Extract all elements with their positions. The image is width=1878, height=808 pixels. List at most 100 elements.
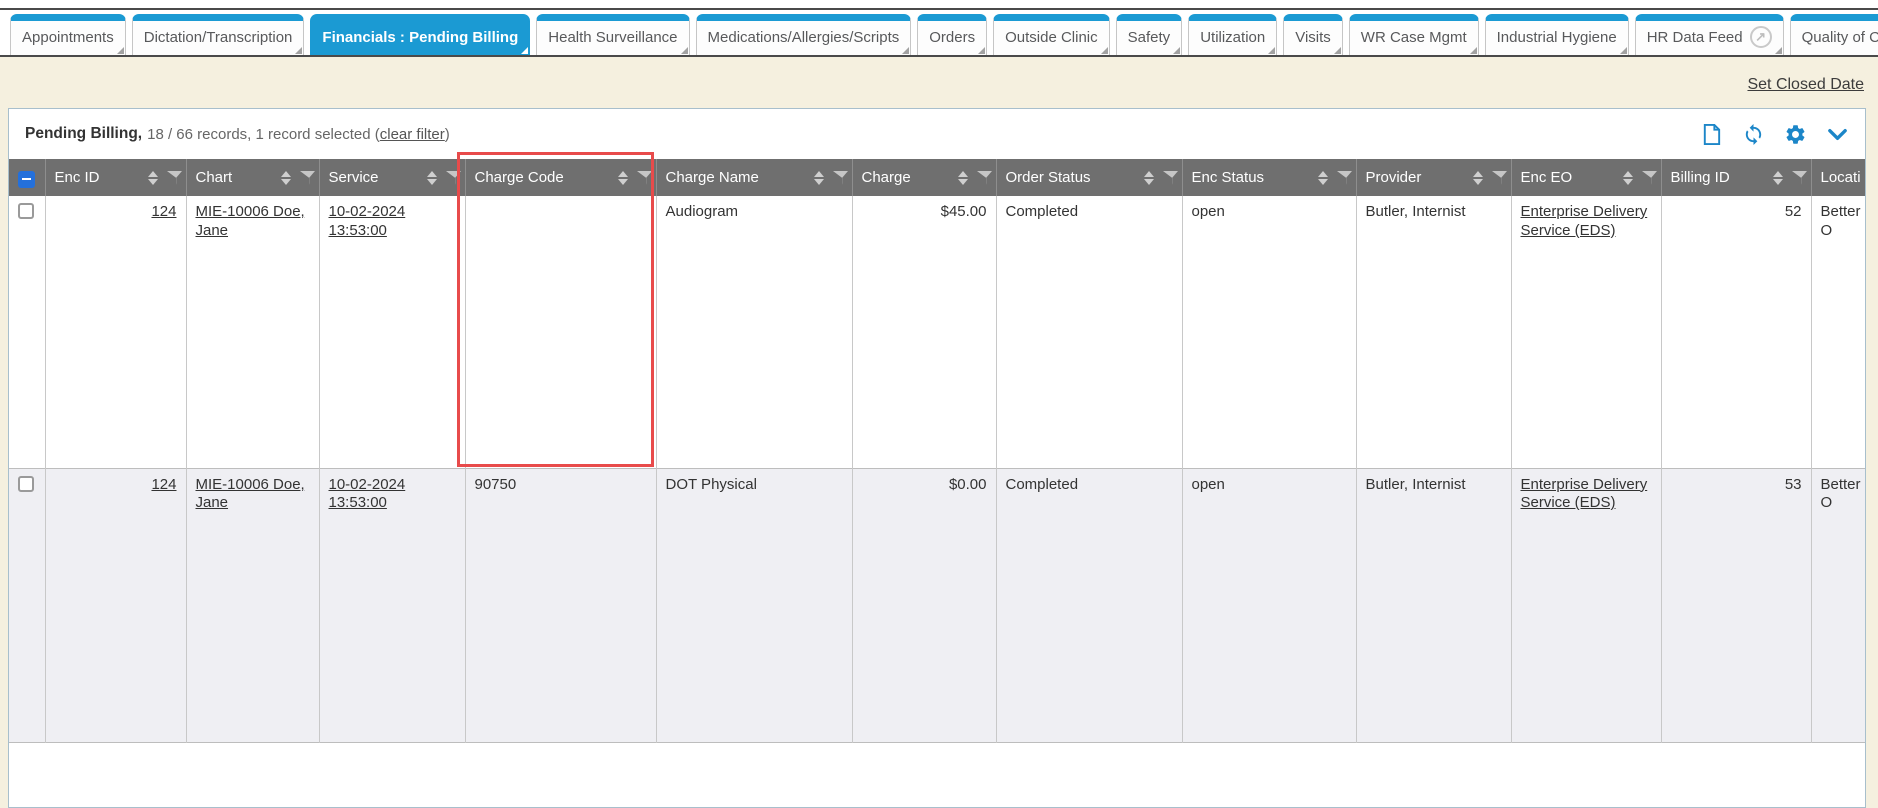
tab-label: HR Data Feed: [1647, 29, 1743, 46]
clear-filter-link[interactable]: clear filter: [380, 126, 445, 143]
filter-funnel-icon[interactable]: [300, 171, 315, 185]
cell-charge-name: Audiogram: [656, 196, 852, 468]
page-background-band: [0, 57, 1878, 108]
cell-charge: $0.00: [852, 468, 996, 742]
filter-funnel-icon[interactable]: [977, 171, 992, 185]
collapse-chevron-icon[interactable]: [1826, 123, 1849, 146]
table-row: 124 MIE-10006 Doe, Jane 10-02-2024 13:53…: [9, 196, 1865, 468]
cell-billing-id: 52: [1661, 196, 1811, 468]
settings-gear-icon[interactable]: [1784, 123, 1807, 146]
sort-icon[interactable]: [1318, 171, 1328, 185]
column-label: Charge Code: [475, 169, 614, 186]
sort-icon[interactable]: [148, 171, 158, 185]
filter-funnel-icon[interactable]: [167, 171, 182, 185]
column-label: Provider: [1366, 169, 1469, 186]
sort-icon[interactable]: [814, 171, 824, 185]
sort-icon[interactable]: [281, 171, 291, 185]
tab-label: Safety: [1128, 29, 1171, 46]
tab-hr-data-feed[interactable]: HR Data Feed ↗: [1635, 14, 1784, 55]
filter-funnel-icon[interactable]: [1792, 171, 1807, 185]
filter-funnel-icon[interactable]: [1337, 171, 1352, 185]
empty-row-area: [9, 742, 1865, 802]
service-date-link[interactable]: 10-02-2024 13:53:00: [329, 476, 406, 512]
tab-label: Financials : Pending Billing: [322, 29, 518, 46]
tab-health-surveillance[interactable]: Health Surveillance: [536, 14, 689, 55]
cell-location: Better O: [1811, 196, 1865, 468]
records-summary: 18 / 66 records, 1 record selected (: [147, 126, 380, 143]
column-label: Order Status: [1006, 169, 1140, 186]
enc-eo-link[interactable]: Enterprise Delivery Service (EDS): [1521, 203, 1648, 239]
cell-billing-id: 53: [1661, 468, 1811, 742]
cell-charge: $45.00: [852, 196, 996, 468]
tab-wr-case-mgmt[interactable]: WR Case Mgmt: [1349, 14, 1479, 55]
sort-icon[interactable]: [1473, 171, 1483, 185]
cell-service: 10-02-2024 13:53:00: [319, 468, 465, 742]
filter-funnel-icon[interactable]: [833, 171, 848, 185]
sort-icon[interactable]: [618, 171, 628, 185]
sort-icon[interactable]: [1144, 171, 1154, 185]
tab-label: Outside Clinic: [1005, 29, 1098, 46]
column-header-charge[interactable]: Charge: [852, 159, 996, 196]
column-header-provider[interactable]: Provider: [1356, 159, 1511, 196]
tab-dictation-transcription[interactable]: Dictation/Transcription: [132, 14, 305, 55]
sort-icon[interactable]: [1773, 171, 1783, 185]
sort-icon[interactable]: [427, 171, 437, 185]
column-header-order-status[interactable]: Order Status: [996, 159, 1182, 196]
tab-appointments[interactable]: Appointments: [10, 14, 126, 55]
service-date-link[interactable]: 10-02-2024 13:53:00: [329, 203, 406, 239]
tab-label: Visits: [1295, 29, 1331, 46]
cell-enc-status: open: [1182, 196, 1356, 468]
tab-label: Medications/Allergies/Scripts: [708, 29, 900, 46]
tab-outside-clinic[interactable]: Outside Clinic: [993, 14, 1110, 55]
sort-icon[interactable]: [958, 171, 968, 185]
row-checkbox[interactable]: [18, 203, 34, 219]
tab-medications-allergies-scripts[interactable]: Medications/Allergies/Scripts: [696, 14, 912, 55]
sort-icon[interactable]: [1623, 171, 1633, 185]
row-checkbox[interactable]: [18, 476, 34, 492]
column-header-charge-name[interactable]: Charge Name: [656, 159, 852, 196]
column-label: Charge Name: [666, 169, 810, 186]
tab-quality-of-care[interactable]: Quality of Care: [1790, 14, 1878, 55]
filter-funnel-icon[interactable]: [637, 171, 652, 185]
tab-utilization[interactable]: Utilization: [1188, 14, 1277, 55]
cell-charge-code: [465, 196, 656, 468]
cell-enc-id: 124: [45, 196, 186, 468]
column-header-service[interactable]: Service: [319, 159, 465, 196]
column-header-enc-id[interactable]: Enc ID: [45, 159, 186, 196]
filter-funnel-icon[interactable]: [1642, 171, 1657, 185]
tab-safety[interactable]: Safety: [1116, 14, 1183, 55]
column-header-location[interactable]: Location: [1811, 159, 1865, 196]
enc-id-link[interactable]: 124: [151, 203, 176, 220]
refresh-icon[interactable]: [1742, 123, 1765, 146]
filter-funnel-icon[interactable]: [1163, 171, 1178, 185]
column-header-billing-id[interactable]: Billing ID: [1661, 159, 1811, 196]
column-label: Enc EO: [1521, 169, 1619, 186]
tab-label: WR Case Mgmt: [1361, 29, 1467, 46]
new-document-icon[interactable]: [1700, 123, 1723, 146]
panel-title: Pending Billing,: [25, 125, 142, 143]
top-white-strip: [0, 0, 1878, 8]
column-header-charge-code[interactable]: Charge Code: [465, 159, 656, 196]
chart-link[interactable]: MIE-10006 Doe, Jane: [196, 476, 305, 512]
tab-orders[interactable]: Orders: [917, 14, 987, 55]
enc-id-link[interactable]: 124: [151, 476, 176, 493]
table-row: [9, 742, 1865, 802]
tab-financials-pending-billing[interactable]: Financials : Pending Billing: [310, 14, 530, 55]
column-header-enc-eo[interactable]: Enc EO: [1511, 159, 1661, 196]
filter-funnel-icon[interactable]: [1492, 171, 1507, 185]
enc-eo-link[interactable]: Enterprise Delivery Service (EDS): [1521, 476, 1648, 512]
set-closed-date-link[interactable]: Set Closed Date: [1747, 76, 1864, 94]
tab-industrial-hygiene[interactable]: Industrial Hygiene: [1485, 14, 1629, 55]
column-header-enc-status[interactable]: Enc Status: [1182, 159, 1356, 196]
column-header-chart[interactable]: Chart: [186, 159, 319, 196]
select-all-checkbox[interactable]: [18, 171, 35, 188]
tab-label: Health Surveillance: [548, 29, 677, 46]
records-summary-close: ): [445, 126, 450, 143]
cell-enc-eo: Enterprise Delivery Service (EDS): [1511, 196, 1661, 468]
cell-provider: Butler, Internist: [1356, 196, 1511, 468]
filter-funnel-icon[interactable]: [446, 171, 461, 185]
chart-link[interactable]: MIE-10006 Doe, Jane: [196, 203, 305, 239]
cell-charge-name: DOT Physical: [656, 468, 852, 742]
tab-visits[interactable]: Visits: [1283, 14, 1343, 55]
column-label: Enc ID: [55, 169, 144, 186]
